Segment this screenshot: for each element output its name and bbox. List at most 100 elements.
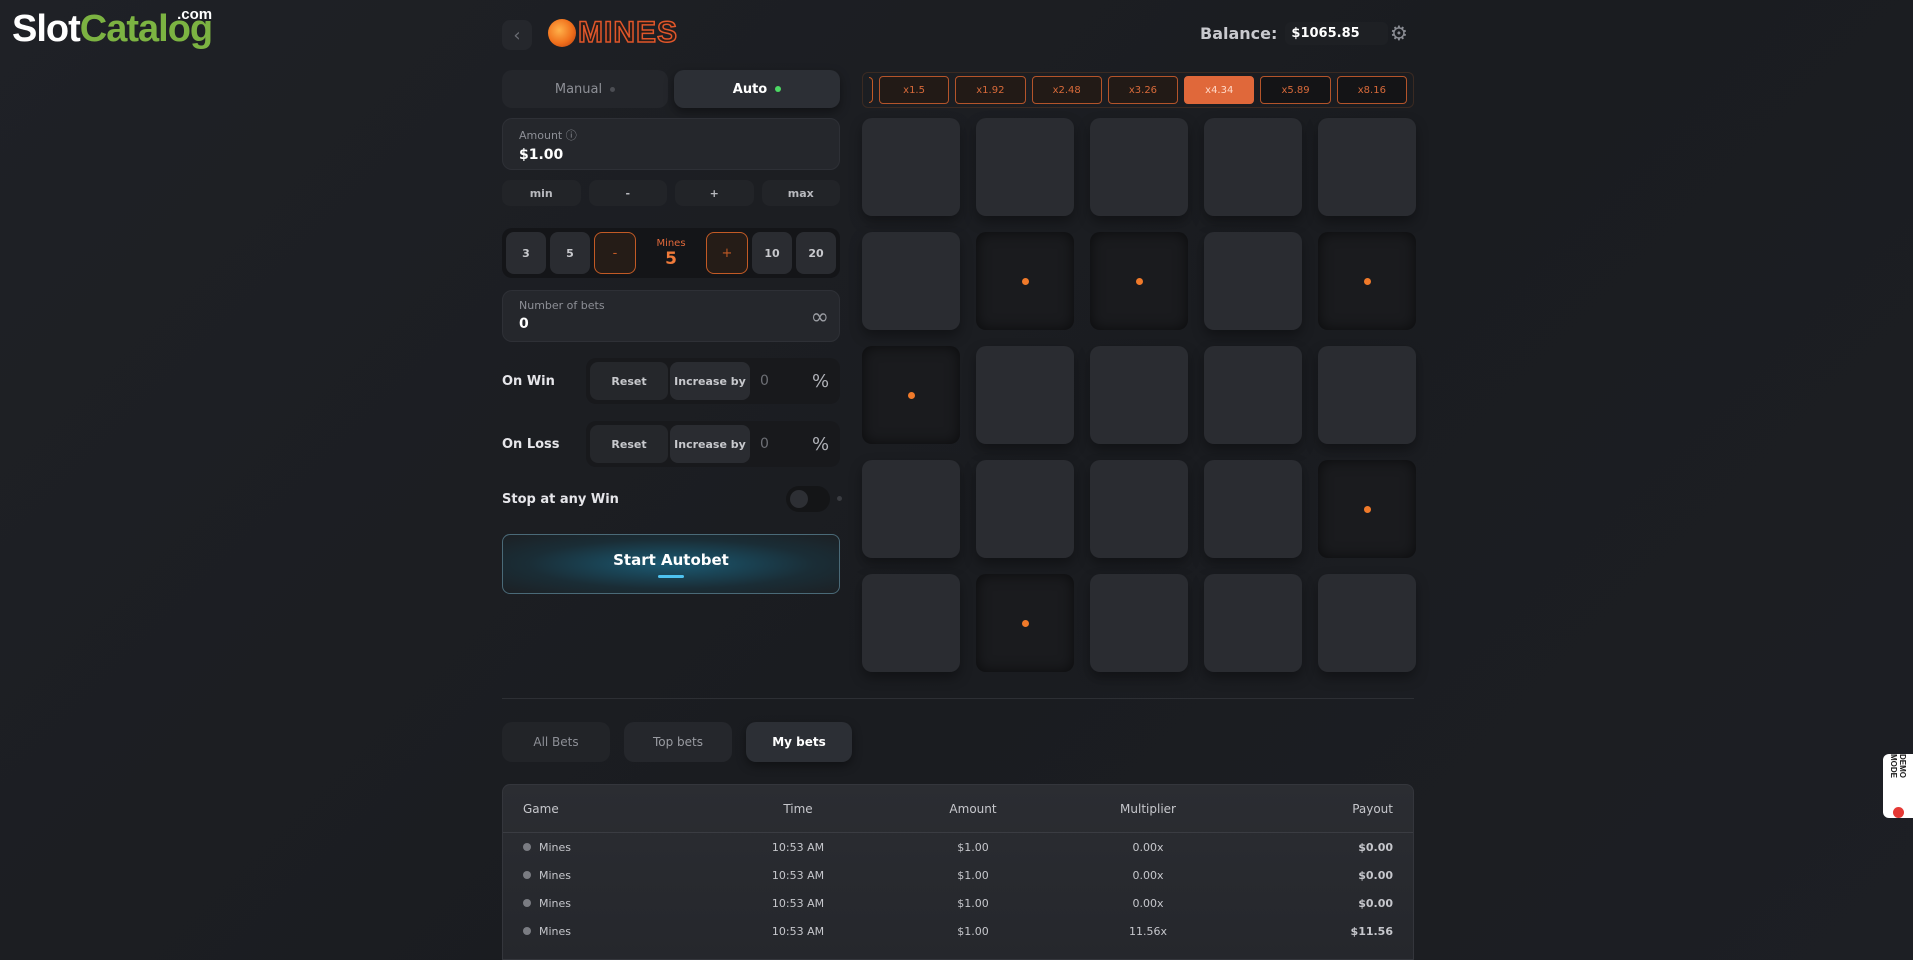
on-win-label: On Win (502, 373, 555, 389)
back-button[interactable]: ‹ (502, 20, 532, 50)
grid-tile[interactable] (1090, 574, 1188, 672)
demo-mode-badge: DEMO MODE (1883, 754, 1913, 818)
multiplier-chip: x8.16 (1336, 76, 1407, 104)
tab-top-bets[interactable]: Top bets (624, 722, 732, 762)
cell-time: 10:53 AM (771, 840, 825, 854)
multiplier-chip: x1.5 (878, 76, 950, 104)
bomb-icon (548, 19, 576, 47)
mines-increase-button[interactable]: + (706, 232, 748, 274)
stop-at-any-win-toggle[interactable] (786, 486, 842, 512)
multiplier-chip: x2.48 (1031, 76, 1102, 104)
multiplier-chip: x3.26 (1107, 76, 1179, 104)
tab-auto-label: Auto (732, 81, 768, 97)
cell-multiplier: 0.00x (1132, 840, 1164, 854)
tab-manual-label: Manual (554, 81, 603, 97)
amount-increase-button[interactable]: + (675, 180, 754, 206)
header-payout: Payout (1352, 801, 1393, 816)
amount-max-button[interactable]: max (761, 180, 840, 206)
grid-tile[interactable] (862, 232, 960, 330)
slotcatalog-logo: SlotCatalog .com (12, 6, 213, 51)
grid-tile[interactable] (1204, 232, 1302, 330)
cell-game: Mines (523, 869, 733, 882)
mines-preset-3[interactable]: 3 (506, 232, 546, 274)
amount-decrease-button[interactable]: - (588, 180, 667, 206)
cell-game-name: Mines (539, 896, 572, 910)
start-autobet-button[interactable]: Start Autobet (502, 534, 840, 594)
multiplier-strip: x1.5 x1.92 x2.48 x3.26 x4.34 x5.89 x8.16 (862, 72, 1414, 108)
on-loss-reset-button[interactable]: Reset (590, 425, 668, 463)
grid-tile[interactable] (862, 574, 960, 672)
grid-tile[interactable] (1318, 118, 1416, 216)
amount-input[interactable]: Amount ⓘ $1.00 (502, 118, 840, 170)
mines-grid (862, 118, 1416, 672)
grid-tile[interactable] (1204, 346, 1302, 444)
on-loss-percent-input[interactable]: 0 (752, 436, 810, 452)
amount-min-button[interactable]: min (502, 180, 581, 206)
on-loss-percent-sign: % (812, 433, 830, 455)
balance-label: Balance: (1200, 24, 1278, 43)
grid-tile[interactable] (1090, 118, 1188, 216)
on-win-reset-button[interactable]: Reset (590, 362, 668, 400)
on-loss-row: On Loss Reset Increase by 0 % (502, 421, 840, 467)
table-row: Mines 10:53 AM $1.00 0.00x $0.00 (503, 889, 1413, 917)
grid-tile[interactable] (862, 118, 960, 216)
on-win-percent-input[interactable]: 0 (752, 373, 810, 389)
on-loss-increase-button[interactable]: Increase by (670, 425, 750, 463)
cell-payout: $0.00 (1358, 840, 1393, 854)
demo-mode-icon (1892, 807, 1904, 818)
mine-icon (523, 843, 531, 851)
stop-at-any-win-row: Stop at any Win (502, 484, 842, 514)
mines-selector: 3 5 - Mines 5 + 10 20 (502, 228, 840, 278)
infinity-icon[interactable]: ∞ (811, 305, 829, 330)
mines-decrease-button[interactable]: - (594, 232, 636, 274)
toggle-knob (790, 490, 808, 508)
tab-auto[interactable]: Auto (674, 70, 840, 108)
balance-display: Balance: $1065.85 (1200, 22, 1388, 45)
multiplier-chip-current: x4.34 (1184, 76, 1255, 104)
grid-tile[interactable] (1090, 346, 1188, 444)
logo-com-text: .com (177, 6, 213, 23)
grid-tile[interactable] (862, 460, 960, 558)
grid-tile[interactable] (1090, 460, 1188, 558)
mines-preset-5[interactable]: 5 (550, 232, 590, 274)
amount-value: $1.00 (519, 147, 564, 163)
mines-preset-20[interactable]: 20 (796, 232, 836, 274)
mines-preset-10[interactable]: 10 (752, 232, 792, 274)
tab-my-bets[interactable]: My bets (746, 722, 852, 762)
header-multiplier: Multiplier (1120, 801, 1176, 816)
header-amount: Amount (949, 801, 997, 816)
tab-manual[interactable]: Manual (502, 70, 668, 108)
bets-tabs: All Bets Top bets My bets (502, 722, 852, 762)
grid-tile-revealed[interactable] (1318, 460, 1416, 558)
tab-all-bets[interactable]: All Bets (502, 722, 610, 762)
mine-icon (523, 927, 531, 935)
grid-tile[interactable] (1318, 574, 1416, 672)
cell-payout: $0.00 (1358, 896, 1393, 910)
cell-game: Mines (523, 841, 733, 854)
cell-multiplier: 0.00x (1132, 868, 1164, 882)
grid-tile[interactable] (1204, 574, 1302, 672)
cell-payout: $11.56 (1350, 924, 1393, 938)
grid-tile[interactable] (1204, 460, 1302, 558)
grid-tile[interactable] (976, 460, 1074, 558)
section-divider (502, 698, 1414, 699)
grid-tile-revealed[interactable] (862, 346, 960, 444)
grid-tile[interactable] (976, 118, 1074, 216)
grid-tile-revealed[interactable] (976, 232, 1074, 330)
grid-tile[interactable] (976, 346, 1074, 444)
mine-icon (523, 899, 531, 907)
cell-time: 10:53 AM (771, 924, 825, 938)
grid-tile-revealed[interactable] (1318, 232, 1416, 330)
number-of-bets-label: Number of bets (519, 299, 605, 312)
number-of-bets-input[interactable]: Number of bets 0 ∞ (502, 290, 840, 342)
grid-tile[interactable] (1318, 346, 1416, 444)
on-win-increase-button[interactable]: Increase by (670, 362, 750, 400)
grid-tile[interactable] (1204, 118, 1302, 216)
gear-icon[interactable]: ⚙ (1388, 22, 1410, 44)
grid-tile-revealed[interactable] (1090, 232, 1188, 330)
on-win-row: On Win Reset Increase by 0 % (502, 358, 840, 404)
grid-tile-revealed[interactable] (976, 574, 1074, 672)
multiplier-chip: x5.89 (1260, 76, 1331, 104)
cell-amount: $1.00 (957, 896, 989, 910)
cell-game: Mines (523, 925, 733, 938)
